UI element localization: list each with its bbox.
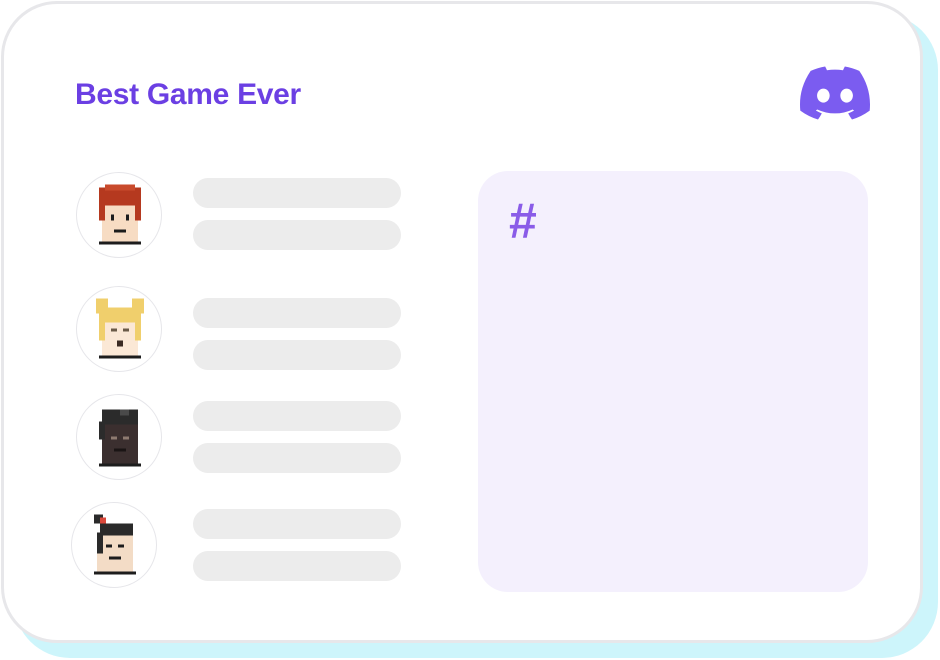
member-status-placeholder — [193, 551, 401, 581]
member-avatar[interactable] — [71, 502, 157, 588]
blonde-hair-pixel-avatar-icon — [96, 298, 144, 359]
server-card: Best Game Ever # — [1, 1, 923, 643]
member-avatar[interactable] — [76, 172, 162, 258]
channel-hash-icon: # — [509, 193, 537, 249]
member-status-placeholder — [193, 220, 401, 250]
member-name-placeholder — [193, 401, 401, 431]
discord-server-card-stage: Best Game Ever # — [0, 0, 940, 660]
member-name-placeholder — [193, 509, 401, 539]
member-avatar[interactable] — [76, 394, 162, 480]
member-status-placeholder — [193, 340, 401, 370]
channel-panel[interactable]: # — [478, 171, 868, 592]
red-hair-pixel-avatar-icon — [99, 184, 141, 245]
topknot-pixel-avatar-icon — [94, 514, 136, 575]
dark-skin-pixel-avatar-icon — [99, 409, 141, 467]
member-name-placeholder — [193, 298, 401, 328]
discord-logo-icon[interactable] — [800, 66, 870, 120]
member-status-placeholder — [193, 443, 401, 473]
server-title: Best Game Ever — [75, 78, 301, 111]
member-avatar[interactable] — [76, 286, 162, 372]
member-name-placeholder — [193, 178, 401, 208]
